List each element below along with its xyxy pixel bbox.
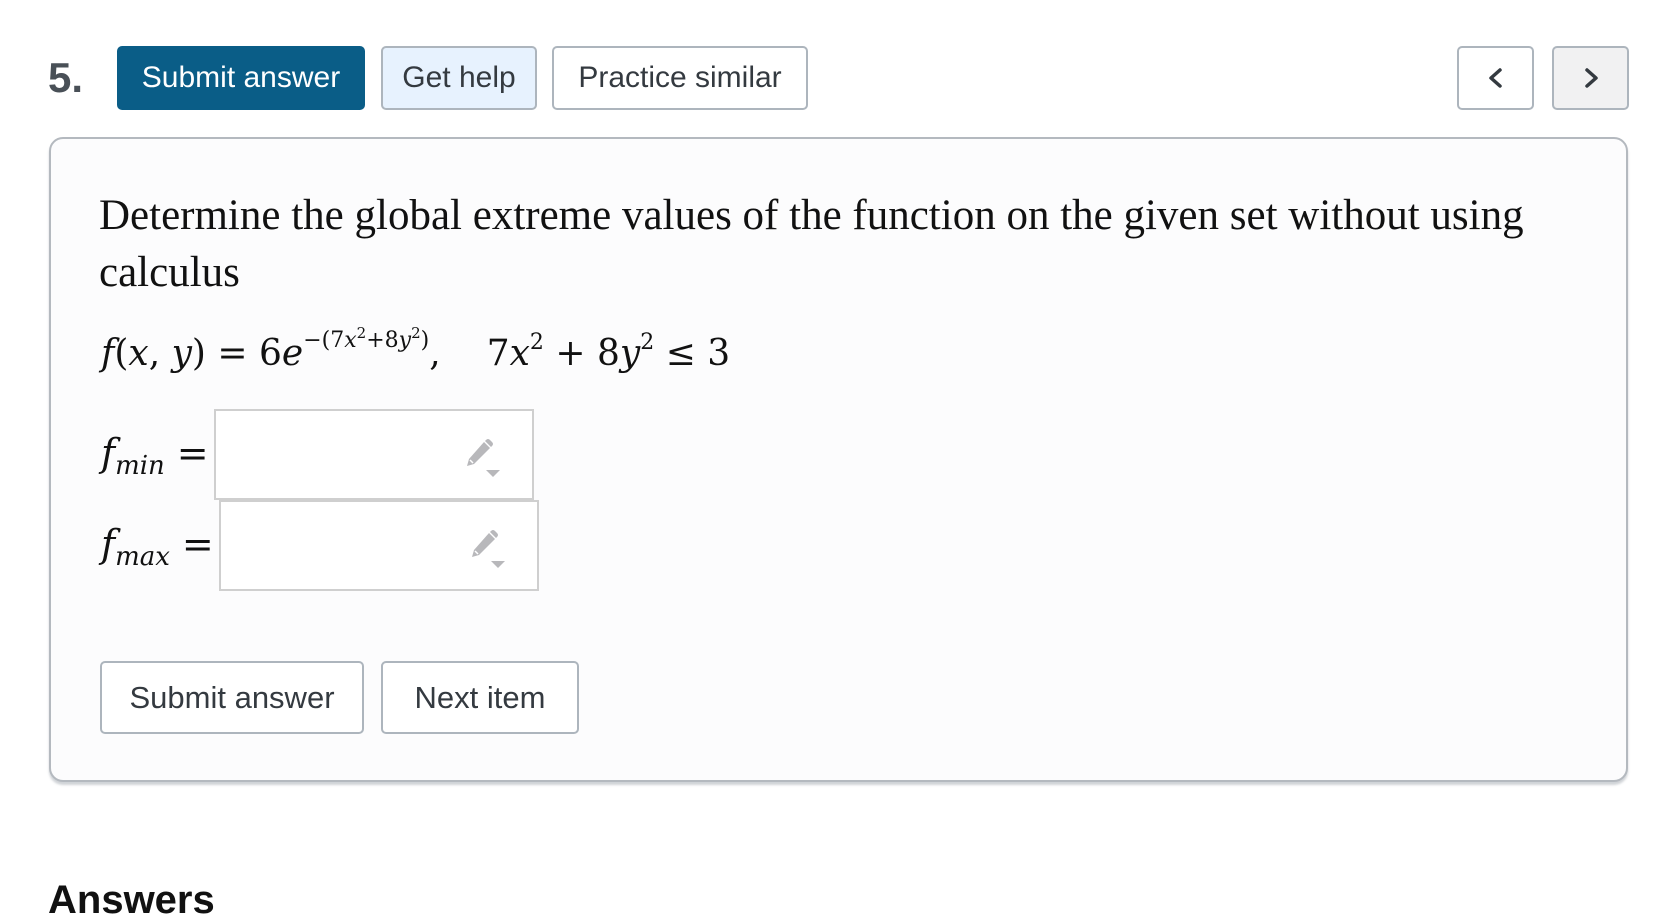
- fmax-answer-box[interactable]: [219, 500, 539, 591]
- fmin-label: fmin =: [101, 431, 209, 481]
- next-item-button[interactable]: Next item: [381, 661, 579, 734]
- answers-heading: Answers: [48, 878, 215, 922]
- fmin-symbol: f: [101, 431, 116, 475]
- get-help-button[interactable]: Get help: [381, 46, 537, 110]
- submit-answer-button[interactable]: Submit answer: [117, 46, 365, 110]
- practice-similar-button[interactable]: Practice similar: [552, 46, 808, 110]
- question-card: Determine the global extreme values of t…: [49, 137, 1628, 782]
- chevron-left-icon: [1488, 68, 1502, 88]
- fmax-symbol: f: [101, 522, 116, 566]
- previous-question-button[interactable]: [1457, 46, 1534, 110]
- next-question-button[interactable]: [1552, 46, 1629, 110]
- pencil-dropdown-icon[interactable]: [467, 530, 511, 570]
- fmin-subscript: min: [115, 451, 165, 481]
- fmax-subscript: max: [115, 542, 170, 572]
- fmax-input[interactable]: [227, 508, 471, 585]
- fmin-input[interactable]: [222, 417, 466, 494]
- submit-answer-bottom-button[interactable]: Submit answer: [100, 661, 364, 734]
- question-text: Determine the global extreme values of t…: [99, 192, 1524, 296]
- pencil-dropdown-icon[interactable]: [462, 439, 506, 479]
- fmin-answer-box[interactable]: [214, 409, 534, 500]
- question-number: 5.: [48, 54, 84, 101]
- fmax-label: fmax =: [101, 522, 214, 572]
- question-toolbar: 5. Submit answer Get help Practice simil…: [0, 0, 1668, 120]
- function-definition: f(x, y) = 6e−(7x2+8y2), 7x2 + 8y2 ≤ 3: [101, 324, 731, 374]
- chevron-right-icon: [1584, 68, 1598, 88]
